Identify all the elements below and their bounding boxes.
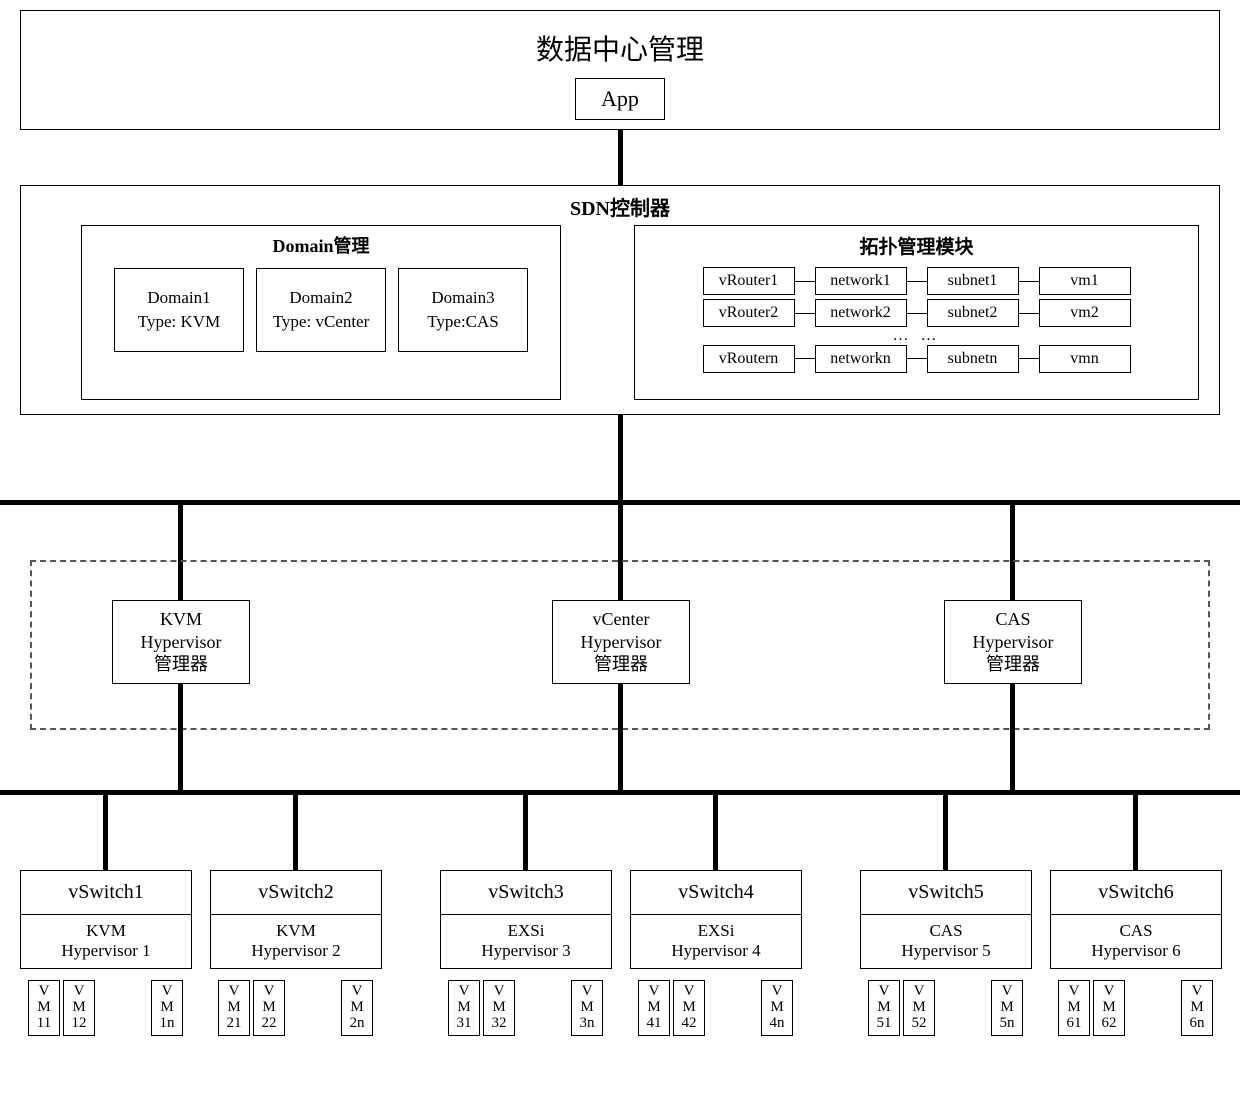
connector-line — [1010, 684, 1015, 790]
vswitch-1: vSwitch1 KVMHypervisor 1 — [20, 870, 192, 969]
vm-box: VM61 — [1058, 980, 1090, 1036]
connector-line — [103, 790, 108, 870]
sdn-controller-box: SDN控制器 Domain管理 Domain1 Type: KVM Domain… — [20, 185, 1220, 415]
vswitch-3: vSwitch3 EXSiHypervisor 3 — [440, 870, 612, 969]
vm-box: VM42 — [673, 980, 705, 1036]
vm-box: VM32 — [483, 980, 515, 1036]
vm-row-4: VM41 VM42 VM4n — [638, 980, 793, 1036]
hv-mgr-vcenter: vCenter Hypervisor 管理器 — [552, 600, 690, 684]
vm-row-3: VM31 VM32 VM3n — [448, 980, 603, 1036]
vm-row-2: VM21 VM22 VM2n — [218, 980, 373, 1036]
vm-box: VM41 — [638, 980, 670, 1036]
topo-ellipsis: … … — [645, 331, 1188, 341]
vm-box: VM31 — [448, 980, 480, 1036]
vswitch-4: vSwitch4 EXSiHypervisor 4 — [630, 870, 802, 969]
vm-box: VM51 — [868, 980, 900, 1036]
vm-box: VM12 — [63, 980, 95, 1036]
vm-box: VM2n — [341, 980, 373, 1036]
vm-box: VM22 — [253, 980, 285, 1036]
vm-box: VM5n — [991, 980, 1023, 1036]
vm-row-6: VM61 VM62 VM6n — [1058, 980, 1213, 1036]
bus-2 — [0, 790, 1240, 795]
sdn-title: SDN控制器 — [21, 186, 1219, 225]
domain-item-3: Domain3 Type:CAS — [398, 268, 528, 352]
vm-box: VM4n — [761, 980, 793, 1036]
vm-box: VM6n — [1181, 980, 1213, 1036]
topo-row-n: vRoutern networkn subnetn vmn — [645, 345, 1188, 373]
datacenter-mgmt-box: 数据中心管理 App — [20, 10, 1220, 130]
connector-line — [178, 684, 183, 790]
datacenter-mgmt-title: 数据中心管理 — [536, 28, 704, 68]
connector-line — [1133, 790, 1138, 870]
connector-line — [618, 415, 623, 500]
vm-box: VM11 — [28, 980, 60, 1036]
hv-mgr-cas: CAS Hypervisor 管理器 — [944, 600, 1082, 684]
vswitch-6: vSwitch6 CASHypervisor 6 — [1050, 870, 1222, 969]
connector-line — [523, 790, 528, 870]
vm-box: VM1n — [151, 980, 183, 1036]
vswitch-5: vSwitch5 CASHypervisor 5 — [860, 870, 1032, 969]
vm-box: VM3n — [571, 980, 603, 1036]
vm-box: VM62 — [1093, 980, 1125, 1036]
connector-line — [618, 684, 623, 790]
vm-box: VM52 — [903, 980, 935, 1036]
vm-row-5: VM51 VM52 VM5n — [868, 980, 1023, 1036]
connector-line — [943, 790, 948, 870]
vm-box: VM21 — [218, 980, 250, 1036]
connector-line — [713, 790, 718, 870]
domain-mgmt-box: Domain管理 Domain1 Type: KVM Domain2 Type:… — [81, 225, 561, 400]
topo-row-1: vRouter1 network1 subnet1 vm1 — [645, 267, 1188, 295]
topology-title: 拓扑管理模块 — [645, 230, 1188, 263]
app-box: App — [575, 78, 665, 120]
topo-row-2: vRouter2 network2 subnet2 vm2 — [645, 299, 1188, 327]
hv-mgr-kvm: KVM Hypervisor 管理器 — [112, 600, 250, 684]
connector-line — [618, 130, 623, 185]
vm-row-1: VM11 VM12 VM1n — [28, 980, 183, 1036]
domain-mgmt-title: Domain管理 — [82, 226, 560, 268]
vswitch-2: vSwitch2 KVMHypervisor 2 — [210, 870, 382, 969]
connector-line — [293, 790, 298, 870]
topology-mgmt-box: 拓扑管理模块 vRouter1 network1 subnet1 vm1 vRo… — [634, 225, 1199, 400]
domain-item-1: Domain1 Type: KVM — [114, 268, 244, 352]
domain-item-2: Domain2 Type: vCenter — [256, 268, 386, 352]
